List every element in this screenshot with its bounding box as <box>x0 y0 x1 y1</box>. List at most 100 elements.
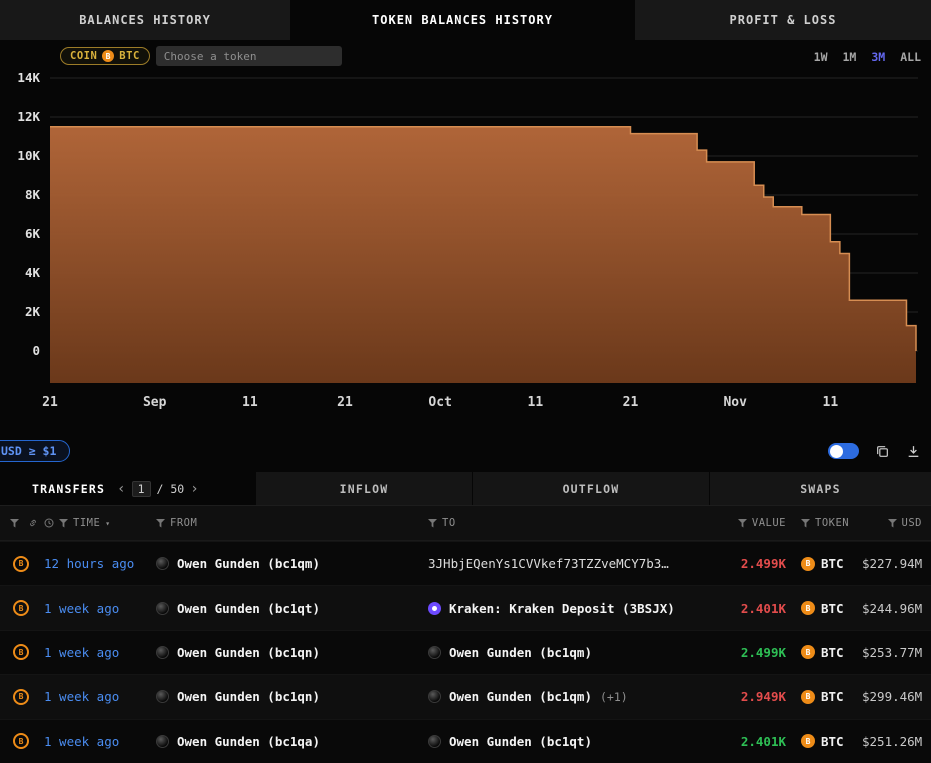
svg-text:Sep: Sep <box>143 395 167 410</box>
page-total: / 50 <box>157 482 185 496</box>
transfer-token[interactable]: B BTC <box>786 734 862 749</box>
btc-icon: B <box>801 601 815 615</box>
coin-filter-badge[interactable]: COIN B BTC <box>60 47 150 65</box>
range-3m[interactable]: 3M <box>871 50 885 64</box>
transfer-time[interactable]: 1 week ago <box>44 601 156 616</box>
transfer-value: 2.401K <box>741 734 786 749</box>
col-to[interactable]: TO <box>428 517 724 529</box>
transfer-from[interactable]: Owen Gunden (bc1qt) <box>156 601 428 616</box>
svg-text:11: 11 <box>528 395 544 410</box>
range-1m[interactable]: 1M <box>843 50 857 64</box>
token-balance-chart: COIN B BTC 1W 1M 3M ALL 14K12K10K8K6K4K2… <box>0 40 931 430</box>
token-symbol: BTC <box>821 645 844 660</box>
tab-inflow[interactable]: INFLOW <box>255 472 472 505</box>
balance-area-chart[interactable]: 14K12K10K8K6K4K2K021Sep1121Oct1121Nov11 <box>0 40 931 430</box>
copy-icon[interactable] <box>875 444 890 459</box>
transfers-rows: B 12 hours ago Owen Gunden (bc1qm) 3JHbj… <box>0 541 931 763</box>
transfer-value: 2.499K <box>741 556 786 571</box>
coin-filter-token: BTC <box>119 50 139 62</box>
transfer-from[interactable]: Owen Gunden (bc1qa) <box>156 734 428 749</box>
to-entity-name: Owen Gunden (bc1qm) <box>449 689 592 704</box>
tab-balances-history[interactable]: BALANCES HISTORY <box>0 0 290 40</box>
svg-text:Nov: Nov <box>723 395 747 410</box>
svg-text:14K: 14K <box>17 70 40 85</box>
transfer-token[interactable]: B BTC <box>786 645 862 660</box>
table-row[interactable]: B 1 week ago Owen Gunden (bc1qn) Owen Gu… <box>0 674 931 718</box>
page-prev-button[interactable]: ‹ <box>117 482 125 496</box>
from-entity-name: Owen Gunden (bc1qn) <box>177 689 320 704</box>
col-value-label: VALUE <box>752 517 786 529</box>
col-time-label: TIME <box>73 517 100 529</box>
transfer-value: 2.401K <box>741 601 786 616</box>
col-token-label: TOKEN <box>815 517 849 529</box>
filter-icon[interactable] <box>10 519 19 528</box>
transfer-time[interactable]: 1 week ago <box>44 645 156 660</box>
btc-icon: B <box>801 645 815 659</box>
transfer-from[interactable]: Owen Gunden (bc1qn) <box>156 689 428 704</box>
transfer-usd-value: $299.46M <box>862 689 931 704</box>
table-row[interactable]: B 1 week ago Owen Gunden (bc1qt) Kraken:… <box>0 585 931 629</box>
chevron-down-icon: ▾ <box>105 519 110 528</box>
transfer-time[interactable]: 1 week ago <box>44 734 156 749</box>
transfer-to[interactable]: Kraken: Kraken Deposit (3BSJX) <box>428 601 724 616</box>
bitcoin-chain-icon: B <box>13 733 29 749</box>
filter-icon <box>156 519 165 528</box>
toggle-knob <box>830 445 843 458</box>
tab-swaps[interactable]: SWAPS <box>709 472 931 505</box>
btc-icon: B <box>801 690 815 704</box>
btc-icon: B <box>801 557 815 571</box>
clock-icon <box>44 518 54 528</box>
bitcoin-chain-icon: B <box>13 644 29 660</box>
transfer-time[interactable]: 1 week ago <box>44 689 156 704</box>
token-symbol: BTC <box>821 601 844 616</box>
col-to-label: TO <box>442 517 456 529</box>
token-symbol: BTC <box>821 556 844 571</box>
svg-text:21: 21 <box>623 395 639 410</box>
transfer-token[interactable]: B BTC <box>786 556 862 571</box>
transfer-time[interactable]: 12 hours ago <box>44 556 156 571</box>
tab-profit-and-loss[interactable]: PROFIT & LOSS <box>635 0 931 40</box>
tab-transfers[interactable]: TRANSFERS ‹ 1 / 50 › <box>0 472 255 505</box>
usd-min-filter-pill[interactable]: USD ≥ $1 <box>0 440 70 462</box>
table-row[interactable]: B 12 hours ago Owen Gunden (bc1qm) 3JHbj… <box>0 541 931 585</box>
token-search-input[interactable] <box>156 46 342 66</box>
transfer-to[interactable]: Owen Gunden (bc1qt) <box>428 734 724 749</box>
to-entity-avatar <box>428 735 441 748</box>
transfer-value: 2.949K <box>741 689 786 704</box>
to-extra-count: (+1) <box>600 690 628 704</box>
link-icon[interactable] <box>28 518 38 528</box>
transfer-to[interactable]: 3JHbjEQenYs1CVVkef73TZZveMCY7b3… <box>428 556 724 571</box>
bitcoin-chain-icon: B <box>13 556 29 572</box>
range-all[interactable]: ALL <box>900 50 921 64</box>
table-row[interactable]: B 1 week ago Owen Gunden (bc1qn) Owen Gu… <box>0 630 931 674</box>
tab-token-balances-history[interactable]: TOKEN BALANCES HISTORY <box>290 0 635 40</box>
transfer-token[interactable]: B BTC <box>786 689 862 704</box>
transfer-from[interactable]: Owen Gunden (bc1qm) <box>156 556 428 571</box>
pagination: ‹ 1 / 50 › <box>117 481 199 497</box>
svg-text:10K: 10K <box>17 148 40 163</box>
to-entity-name: Kraken: Kraken Deposit (3BSJX) <box>449 601 675 616</box>
transfer-to[interactable]: Owen Gunden (bc1qm) (+1) <box>428 689 724 704</box>
col-token[interactable]: TOKEN <box>786 517 862 529</box>
from-entity-avatar <box>156 646 169 659</box>
page-next-button[interactable]: › <box>190 482 198 496</box>
transfer-from[interactable]: Owen Gunden (bc1qn) <box>156 645 428 660</box>
col-value[interactable]: VALUE <box>724 517 786 529</box>
download-icon[interactable] <box>906 444 921 459</box>
col-time[interactable]: TIME ▾ <box>44 517 156 529</box>
chart-toggle[interactable] <box>828 443 859 459</box>
transfer-to[interactable]: Owen Gunden (bc1qm) <box>428 645 724 660</box>
transfer-token[interactable]: B BTC <box>786 601 862 616</box>
col-usd[interactable]: USD <box>862 517 931 529</box>
from-entity-avatar <box>156 602 169 615</box>
token-symbol: BTC <box>821 689 844 704</box>
filter-icon <box>801 519 810 528</box>
btc-icon: B <box>801 734 815 748</box>
tab-outflow[interactable]: OUTFLOW <box>472 472 709 505</box>
svg-text:21: 21 <box>337 395 353 410</box>
range-1w[interactable]: 1W <box>814 50 828 64</box>
filter-icon <box>428 519 437 528</box>
table-row[interactable]: B 1 week ago Owen Gunden (bc1qa) Owen Gu… <box>0 719 931 763</box>
col-from[interactable]: FROM <box>156 517 428 529</box>
filter-icon <box>59 519 68 528</box>
